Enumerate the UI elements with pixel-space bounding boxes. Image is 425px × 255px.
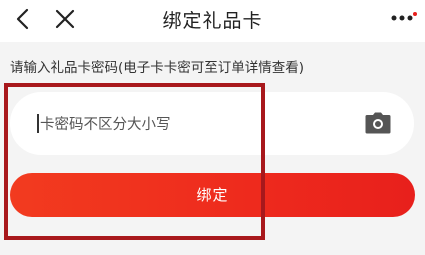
top-navigation-bar: 绑定礼品卡 <box>0 0 425 42</box>
more-options-button[interactable] <box>389 10 419 30</box>
camera-icon <box>365 112 391 134</box>
more-dots-icon <box>391 12 417 21</box>
instruction-text: 请输入礼品卡密码(电子卡卡密可至订单详情查看) <box>10 60 305 76</box>
page-title: 绑定礼品卡 <box>162 10 263 32</box>
highlight-annotation-box <box>4 83 265 240</box>
camera-scan-button[interactable] <box>364 111 392 135</box>
